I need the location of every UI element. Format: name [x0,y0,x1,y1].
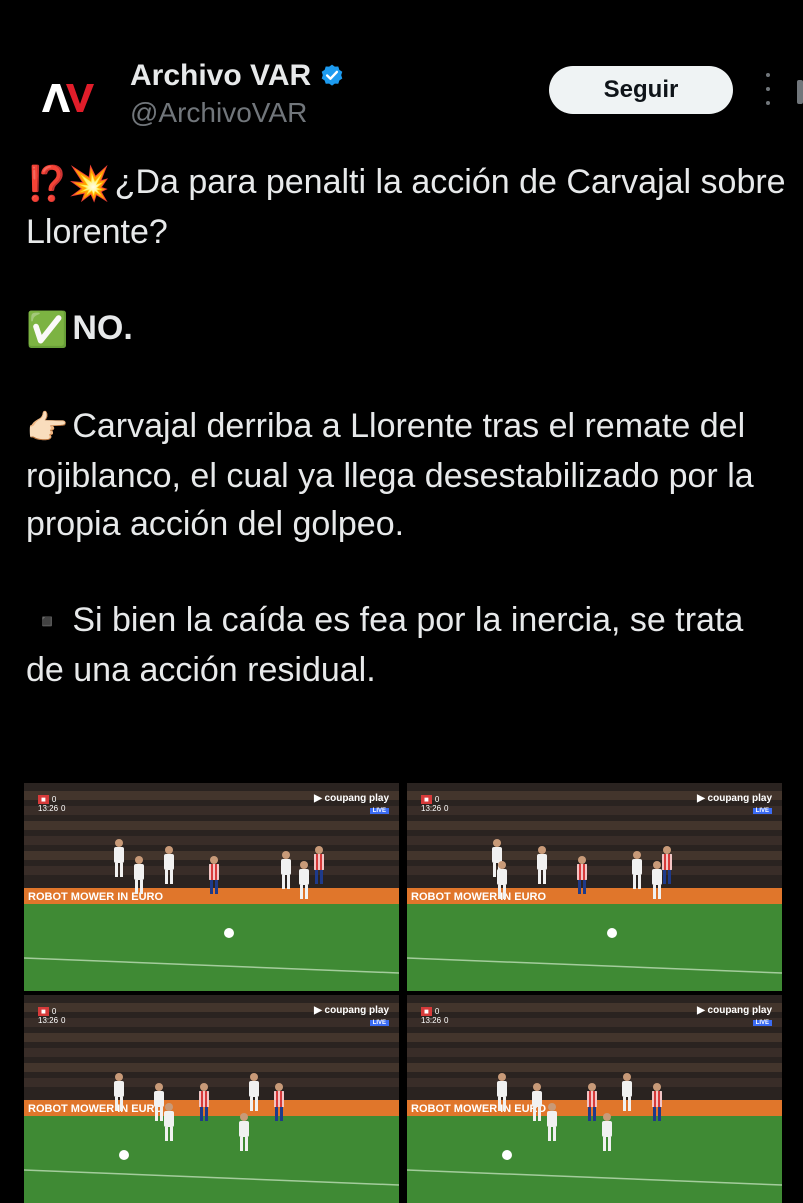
broadcaster-logo: ▶ coupang play LIVE [697,793,772,815]
score-home: 0 [434,795,440,804]
tweet-line-note: ▪️ Si bien la caída es fea por la inercia… [26,596,786,694]
broadcaster-logo: ▶ coupang play LIVE [314,793,389,815]
broadcaster-logo: ▶ coupang play LIVE [314,1005,389,1027]
tweet-question-text: ¿Da para penalti la acción de Carvajal s… [26,163,786,252]
media-image-4[interactable]: ROBOT MOWER IN EURO ■ 0 13:26 0 ▶ coupang pla… [407,995,782,1203]
tweet-note-text: Si bien la caída es fea por la inercia, … [26,601,744,690]
live-badge: LIVE [752,1020,772,1026]
league-logo-icon: ■ [421,1007,432,1016]
pointing-right-emoji-icon: 👉🏻 [26,409,69,448]
score-away: 0 [61,804,66,813]
score-home: 0 [434,1007,440,1016]
broadcaster-name: ▶ coupang play [697,1005,772,1016]
tweet-line-answer: ✅ NO. [26,304,786,354]
small-square-emoji-icon: ▪️ [26,603,69,642]
scoreboard: ■ 0 13:26 0 [38,795,65,813]
advertising-board-text: ROBOT MOWER IN EURO [411,891,546,903]
tweet-text: ⁉️💥 ¿Da para penalti la acción de Carvaja… [26,158,786,694]
author-handle[interactable]: @ArchivoVAR [130,97,307,129]
match-clock: 13:26 [421,804,442,813]
score-away: 0 [444,1016,449,1025]
tweet-explanation-text: Carvajal derriba a Llorente tras el rema… [26,407,754,544]
live-badge: LIVE [369,1020,389,1026]
verified-badge-icon [321,64,343,86]
tweet-line-question: ⁉️💥 ¿Da para penalti la acción de Carvaja… [26,158,786,256]
interrobang-collision-emoji-icon: ⁉️💥 [26,165,111,204]
match-clock: 13:26 [38,804,59,813]
live-badge: LIVE [369,808,389,814]
match-clock: 13:26 [38,1016,59,1025]
broadcaster-name: ▶ coupang play [697,793,772,804]
scoreboard: ■ 0 13:26 0 [421,795,448,813]
score-home: 0 [51,1007,57,1016]
scrollbar-handle[interactable] [797,80,803,104]
media-image-1[interactable]: ROBOT MOWER IN EURO ■ 0 13:26 0 ▶ coupang pla… [24,783,399,991]
scoreboard: ■ 0 13:26 0 [421,1007,448,1025]
top-status-area [0,0,803,30]
media-grid[interactable]: ROBOT MOWER IN EURO ■ 0 13:26 0 ▶ coupang pla… [24,783,792,1203]
more-options-icon[interactable] [761,73,775,105]
league-logo-icon: ■ [38,1007,49,1016]
check-mark-emoji-icon: ✅ [26,311,69,350]
advertising-board-text: ROBOT MOWER IN EURO [28,1103,163,1115]
follow-button[interactable]: Seguir [549,66,733,114]
score-away: 0 [61,1016,66,1025]
league-logo-icon: ■ [421,795,432,804]
tweet-answer-text: NO. [72,309,133,348]
broadcaster-name: ▶ coupang play [314,793,389,804]
score-home: 0 [51,795,57,804]
match-clock: 13:26 [421,1016,442,1025]
advertising-board-text: ROBOT MOWER IN EURO [411,1103,546,1115]
avatar[interactable] [26,58,106,138]
author-name[interactable]: Archivo VAR [130,59,311,93]
score-away: 0 [444,804,449,813]
broadcaster-name: ▶ coupang play [314,1005,389,1016]
scoreboard: ■ 0 13:26 0 [38,1007,65,1025]
author-name-row[interactable]: Archivo VAR [130,59,345,93]
media-image-3[interactable]: ROBOT MOWER IN EURO ■ 0 13:26 0 ▶ coupang pla… [24,995,399,1203]
advertising-board-text: ROBOT MOWER IN EURO [28,891,163,903]
live-badge: LIVE [752,808,772,814]
broadcaster-logo: ▶ coupang play LIVE [697,1005,772,1027]
league-logo-icon: ■ [38,795,49,804]
archivo-var-logo-icon [42,84,94,112]
tweet-line-explanation: 👉🏻 Carvajal derriba a Llorente tras el re… [26,402,786,548]
media-image-2[interactable]: ROBOT MOWER IN EURO ■ 0 13:26 0 ▶ coupang pla… [407,783,782,991]
